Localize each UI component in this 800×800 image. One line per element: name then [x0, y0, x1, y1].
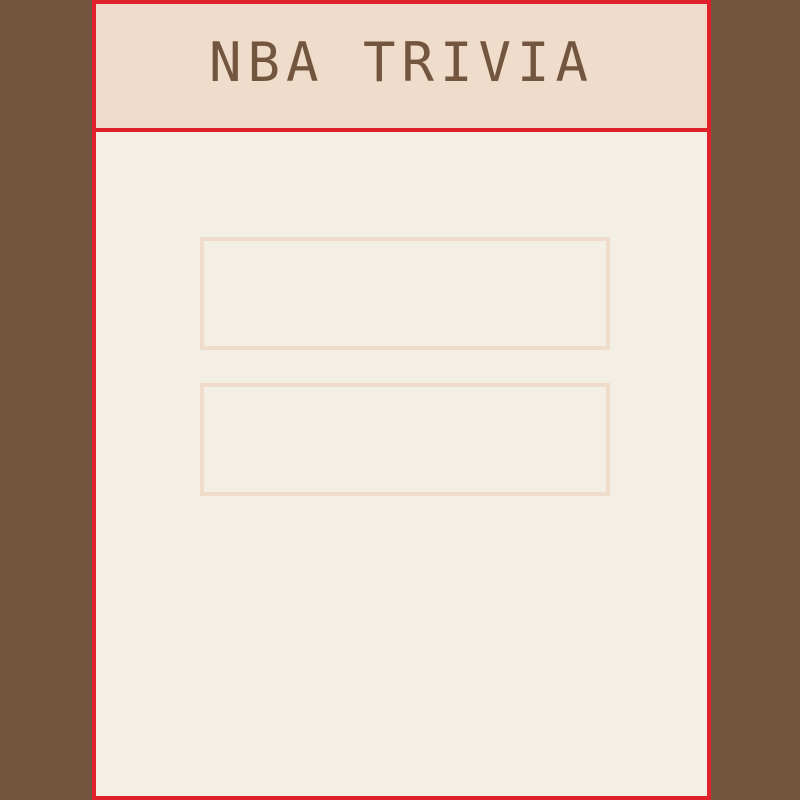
header-bar: NBA TRIVIA	[96, 4, 707, 132]
game-panel: NBA TRIVIA	[92, 0, 711, 800]
page-title: NBA TRIVIA	[208, 30, 595, 94]
answer-button-2[interactable]	[200, 383, 610, 496]
answer-button-1[interactable]	[200, 237, 610, 350]
